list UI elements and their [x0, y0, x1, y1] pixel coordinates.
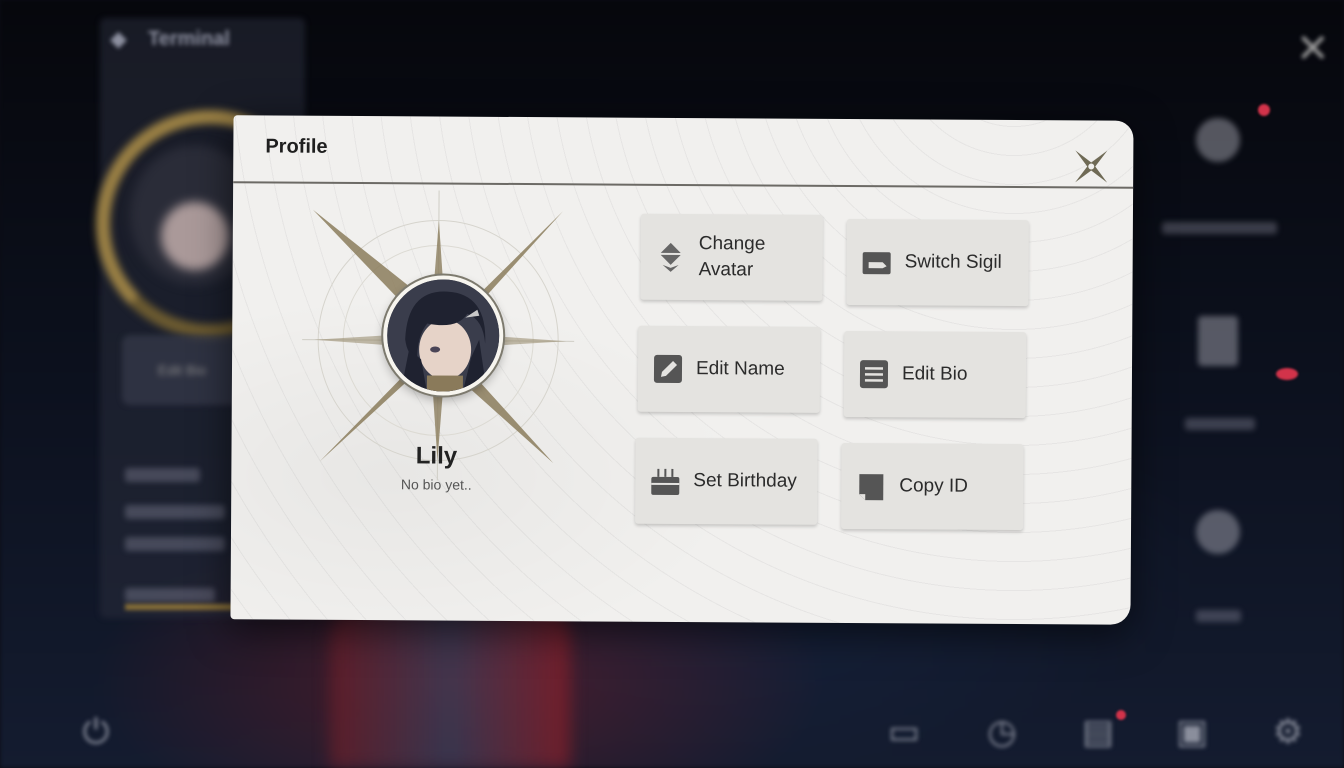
change-avatar-button[interactable]: Change Avatar — [640, 213, 823, 301]
modal-header: Profile — [233, 115, 1134, 189]
character-silhouette — [330, 600, 570, 768]
background-text-line — [125, 468, 200, 482]
background-terminal-label: Terminal — [148, 28, 230, 50]
background-text-line — [125, 505, 225, 519]
pencil-icon — [652, 353, 684, 385]
diamond-arrows-icon — [655, 241, 687, 273]
edit-name-label: Edit Name — [695, 358, 785, 380]
edit-bio-button[interactable]: Edit Bio — [843, 330, 1027, 419]
background-menu-icon — [1198, 316, 1238, 366]
close-button[interactable] — [1071, 146, 1111, 186]
edit-name-button[interactable]: Edit Name — [637, 325, 821, 413]
background-edit-bio-button: Edit Bio — [122, 335, 242, 405]
modal-title: Profile — [265, 135, 328, 158]
player-name: Lily — [415, 442, 458, 470]
player-bio: No bio yet.. — [400, 476, 472, 493]
avatar-area: Lily No bio yet.. — [301, 180, 575, 512]
character-portrait-icon — [386, 279, 500, 392]
copy-icon — [855, 470, 887, 502]
set-birthday-label: Set Birthday — [693, 470, 797, 492]
profile-modal-panel: Profile Lily No bio yet.. Change Avatar … — [230, 115, 1134, 625]
copy-id-button[interactable]: Copy ID — [841, 442, 1024, 531]
edit-bio-label: Edit Bio — [901, 363, 968, 385]
notification-dot — [1258, 104, 1270, 116]
profile-modal: Profile Lily No bio yet.. Change Avatar … — [230, 115, 1134, 625]
background-notes-icon: ▤ — [1081, 713, 1115, 751]
background-power-icon: ⏻ — [82, 713, 110, 751]
cake-icon — [649, 465, 681, 497]
background-text-line — [125, 588, 215, 602]
terminal-icon: ◆ — [110, 26, 127, 51]
lines-icon — [858, 358, 890, 390]
background-text-line — [125, 537, 225, 551]
switch-sigil-button[interactable]: Switch Sigil — [846, 219, 1029, 307]
change-avatar-label: Change Avatar — [698, 233, 766, 281]
close-x-icon — [1075, 150, 1108, 183]
switch-sigil-label: Switch Sigil — [904, 251, 1002, 273]
background-menu-icon — [1196, 510, 1240, 554]
background-close-icon: ✕ — [1296, 27, 1330, 71]
notification-dot — [1116, 710, 1126, 720]
background-camera-icon: ▣ — [1175, 713, 1209, 751]
background-gear-icon: ⚙ — [1272, 713, 1304, 751]
set-birthday-button[interactable]: Set Birthday — [635, 437, 818, 525]
background-mail-icon: ▭ — [887, 713, 921, 751]
card-icon — [861, 246, 893, 278]
avatar[interactable] — [382, 275, 504, 396]
background-menu-label — [1185, 418, 1255, 430]
copy-id-label: Copy ID — [899, 475, 968, 497]
notification-dot — [1276, 368, 1298, 380]
background-menu-label — [1196, 610, 1241, 622]
background-clock-icon: ◷ — [987, 713, 1017, 751]
background-menu-icon — [1196, 118, 1240, 162]
background-menu-label — [1162, 222, 1277, 234]
